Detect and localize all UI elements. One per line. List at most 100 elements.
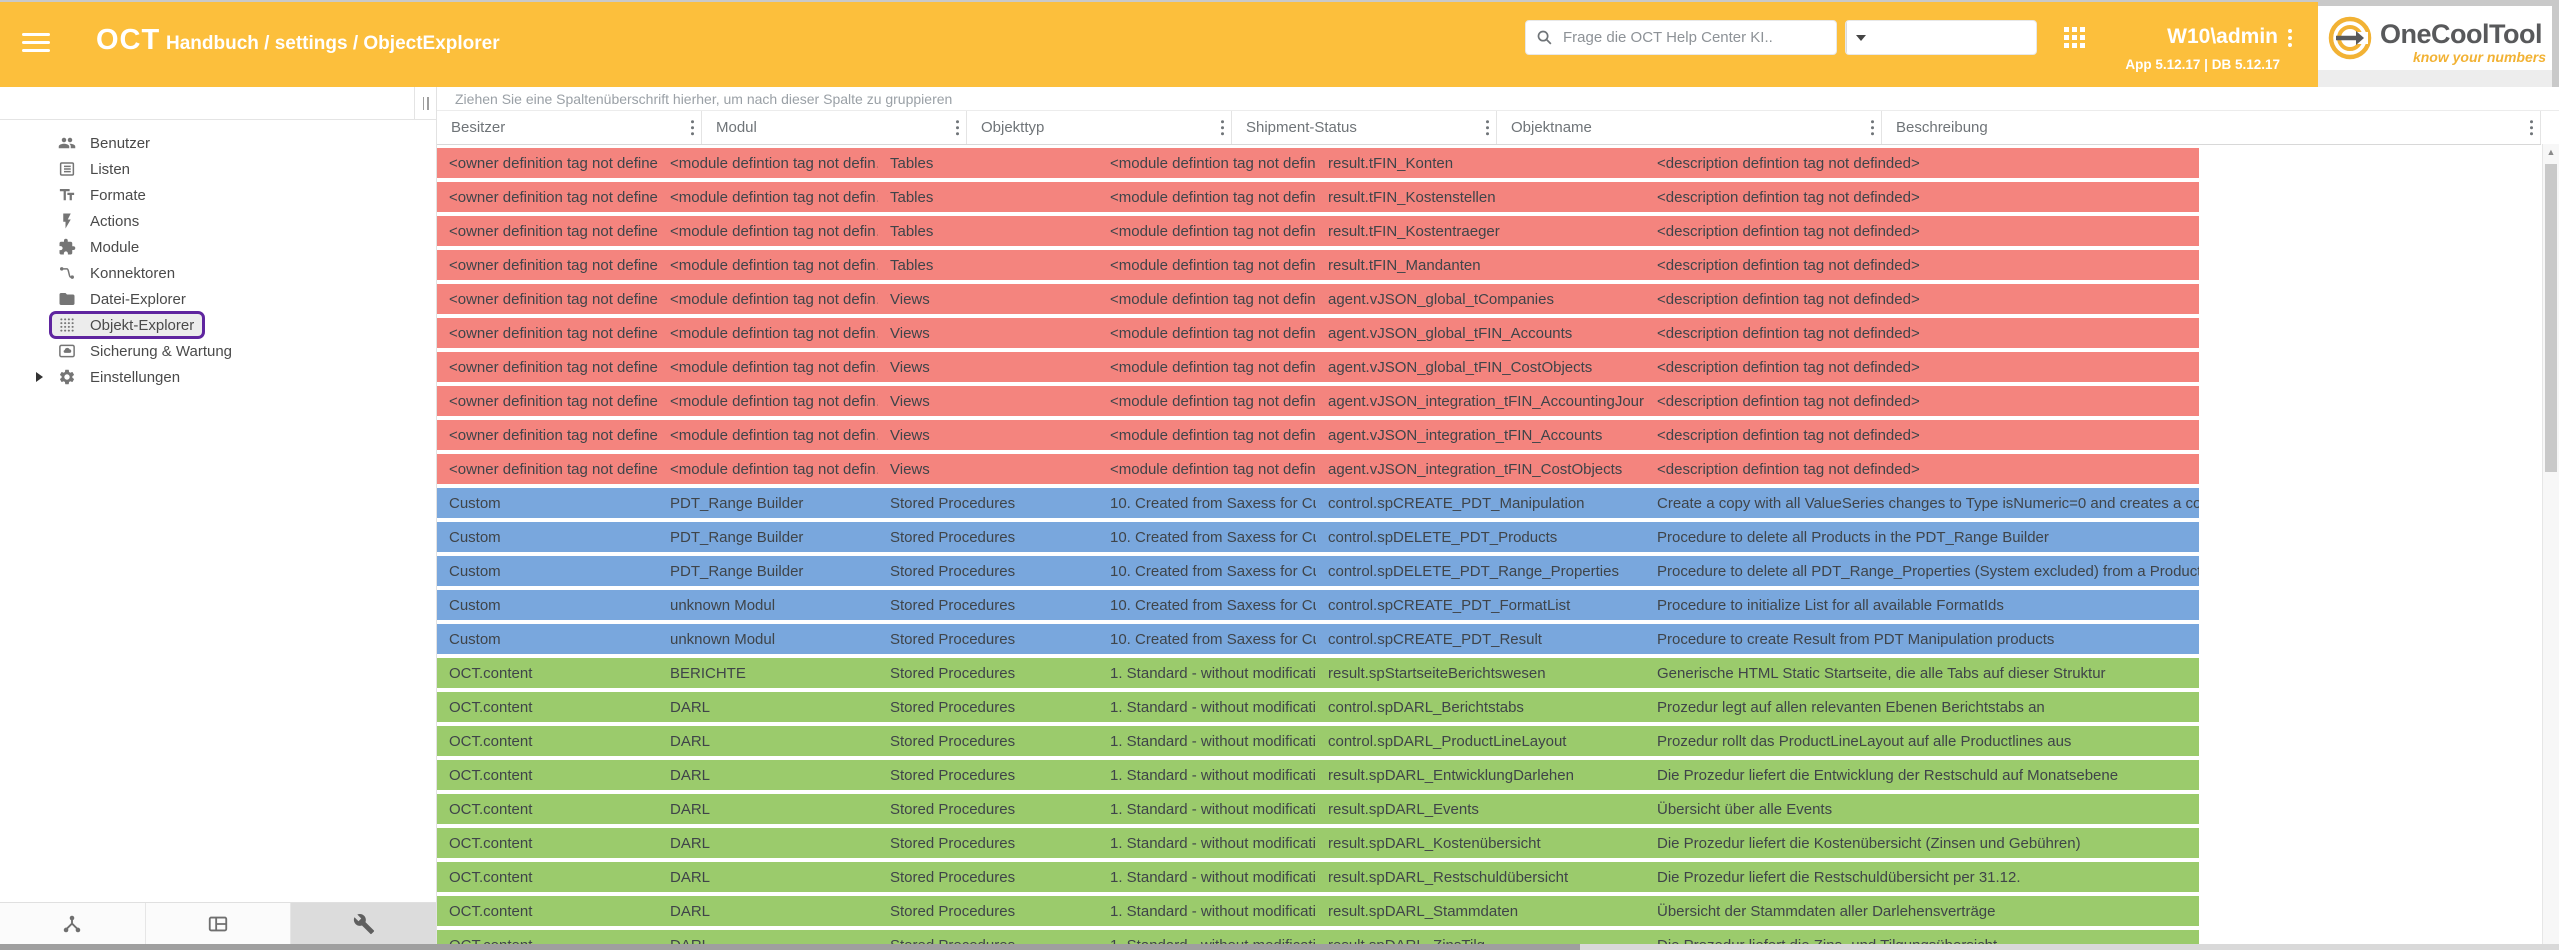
table-row[interactable]: OCT.contentDARLStored Procedures1. Stand…: [437, 896, 2199, 926]
group-by-panel[interactable]: Ziehen Sie eine Spaltenüberschrift hierh…: [437, 87, 2559, 111]
cell-objektname: agent.vJSON_global_tCompanies: [1316, 291, 1645, 308]
cell-besitzer: OCT.content: [437, 835, 658, 852]
apps-grid-icon[interactable]: [2064, 27, 2087, 50]
table-row[interactable]: <owner definition tag not define…<module…: [437, 216, 2199, 246]
wrench-icon: [353, 913, 375, 935]
cell-objektname: agent.vJSON_integration_tFIN_AccountingJ…: [1316, 393, 1645, 410]
table-row[interactable]: OCT.contentDARLStored Procedures1. Stand…: [437, 692, 2199, 722]
vertical-scrollbar-thumb[interactable]: [2545, 164, 2557, 472]
table-row[interactable]: <owner definition tag not define…<module…: [437, 250, 2199, 280]
cell-objektname: agent.vJSON_global_tFIN_CostObjects: [1316, 359, 1645, 376]
tab-panel[interactable]: [146, 903, 292, 944]
grid-header-row: BesitzerModul Objekttyp Shipment-StatusObj…: [437, 111, 2541, 145]
column-header-beschreibung[interactable]: Beschreibung: [1882, 111, 2541, 144]
column-header-objektname[interactable]: Objektname: [1497, 111, 1882, 144]
sidebar-item-konnektoren[interactable]: Konnektoren: [0, 260, 436, 286]
cell-shipment-status: 1. Standard - without modification: [1098, 903, 1316, 920]
column-menu-kebab-icon[interactable]: [691, 120, 695, 136]
table-row[interactable]: OCT.contentDARLStored Procedures1. Stand…: [437, 794, 2199, 824]
cell-beschreibung: Procedure to create Result from PDT Mani…: [1645, 631, 2199, 648]
table-row[interactable]: OCT.contentDARLStored Procedures1. Stand…: [437, 930, 2199, 944]
table-row[interactable]: CustomPDT_Range BuilderStored Procedures…: [437, 556, 2199, 586]
tab-hierarchy[interactable]: [0, 903, 146, 944]
column-header-shipment-status[interactable]: Shipment-Status: [1232, 111, 1497, 144]
column-menu-kebab-icon[interactable]: [2530, 120, 2534, 136]
cell-modul: PDT_Range Builder: [658, 495, 878, 512]
cell-besitzer: OCT.content: [437, 801, 658, 818]
column-menu-kebab-icon[interactable]: [1486, 120, 1490, 136]
sidebar-item-benutzer[interactable]: Benutzer: [0, 130, 436, 156]
cell-objektname: result.spStartseiteBerichtswesen: [1316, 665, 1645, 682]
cell-beschreibung: <description defintion tag not definded>: [1645, 393, 2199, 410]
sidebar-item-listen[interactable]: Listen: [0, 156, 436, 182]
column-header-objekttyp[interactable]: Objekttyp: [967, 111, 1232, 144]
expand-arrow-icon[interactable]: [36, 372, 43, 382]
cell-shipment-status: 1. Standard - without modification: [1098, 801, 1316, 818]
sidebar-item-label: Objekt-Explorer: [90, 317, 194, 334]
cell-modul: BERICHTE: [658, 665, 878, 682]
table-row[interactable]: <owner definition tag not define…<module…: [437, 318, 2199, 348]
cell-shipment-status: <module defintion tag not defin…: [1098, 325, 1316, 342]
column-menu-kebab-icon[interactable]: [1871, 120, 1875, 136]
column-header-label: Objekttyp: [981, 119, 1044, 136]
ki-search-dropdown-button[interactable]: [1846, 21, 1874, 54]
cell-shipment-status: 1. Standard - without modification: [1098, 937, 1316, 945]
cell-beschreibung: Übersicht der Stammdaten aller Darlehens…: [1645, 903, 2199, 920]
sidebar-item-einstellungen[interactable]: Einstellungen: [0, 364, 436, 390]
horizontal-scrollbar-thumb[interactable]: [0, 944, 1580, 950]
table-row[interactable]: OCT.contentDARLStored Procedures1. Stand…: [437, 760, 2199, 790]
table-row[interactable]: Customunknown ModulStored Procedures10. …: [437, 624, 2199, 654]
table-row[interactable]: <owner definition tag not define…<module…: [437, 284, 2199, 314]
logo-tagline: know your numbers: [2413, 49, 2546, 65]
column-header-modul[interactable]: Modul: [702, 111, 967, 144]
help-search-input[interactable]: [1561, 28, 1826, 47]
table-row[interactable]: <owner definition tag not define…<module…: [437, 386, 2199, 416]
table-row[interactable]: OCT.contentDARLStored Procedures1. Stand…: [437, 862, 2199, 892]
user-name[interactable]: W10\admin: [2090, 25, 2278, 49]
table-row[interactable]: <owner definition tag not define…<module…: [437, 148, 2199, 178]
cell-objekttyp: Views: [878, 393, 1098, 410]
table-row[interactable]: <owner definition tag not define…<module…: [437, 420, 2199, 450]
sidebar-item-datei-explorer[interactable]: Datei-Explorer: [0, 286, 436, 312]
horizontal-scrollbar[interactable]: [0, 944, 2559, 950]
column-header-besitzer[interactable]: Besitzer: [437, 111, 702, 144]
table-row[interactable]: <owner definition tag not define…<module…: [437, 454, 2199, 484]
top-bar: OCT Handbuch / settings / ObjectExplorer…: [0, 2, 2559, 87]
vertical-scrollbar[interactable]: ▲: [2542, 144, 2559, 944]
table-row[interactable]: CustomPDT_Range BuilderStored Procedures…: [437, 488, 2199, 518]
table-row[interactable]: <owner definition tag not define…<module…: [437, 352, 2199, 382]
sidebar-splitter-handle[interactable]: [414, 87, 436, 119]
table-row[interactable]: CustomPDT_Range BuilderStored Procedures…: [437, 522, 2199, 552]
table-row[interactable]: OCT.contentBERICHTEStored Procedures1. S…: [437, 658, 2199, 688]
cell-shipment-status: 10. Created from Saxess for Cu…: [1098, 631, 1316, 648]
grid-rows: <owner definition tag not define… <module…: [437, 144, 2542, 944]
table-row[interactable]: OCT.contentDARLStored Procedures1. Stand…: [437, 828, 2199, 858]
sidebar-item-label: Sicherung & Wartung: [90, 343, 232, 360]
sidebar-item-objekt-explorer[interactable]: Objekt-Explorer: [0, 312, 436, 338]
scroll-up-arrow-icon[interactable]: ▲: [2543, 144, 2559, 160]
cell-objekttyp: Tables: [878, 257, 1098, 274]
table-row[interactable]: OCT.contentDARLStored Procedures1. Stand…: [437, 726, 2199, 756]
sidebar-item-sicherung-wartung[interactable]: Sicherung & Wartung: [0, 338, 436, 364]
cell-modul: <module defintion tag not defin…: [658, 189, 878, 206]
cell-shipment-status: 1. Standard - without modification: [1098, 767, 1316, 784]
sidebar-item-module[interactable]: Module: [0, 234, 436, 260]
group-by-hint: Ziehen Sie eine Spaltenüberschrift hierh…: [455, 91, 952, 107]
column-menu-kebab-icon[interactable]: [1221, 120, 1225, 136]
grid-dots-icon: [58, 316, 76, 334]
sidebar-item-formate[interactable]: Formate: [0, 182, 436, 208]
column-menu-kebab-icon[interactable]: [956, 120, 960, 136]
cell-besitzer: <owner definition tag not define…: [437, 461, 658, 478]
cell-objektname: control.spDELETE_PDT_Range_Properties: [1316, 563, 1645, 580]
hamburger-menu-icon[interactable]: [22, 33, 50, 55]
cell-besitzer: OCT.content: [437, 665, 658, 682]
tab-tools[interactable]: [291, 903, 436, 944]
list-icon: [58, 160, 76, 178]
user-menu-kebab-icon[interactable]: [2288, 29, 2292, 47]
sidebar-item-actions[interactable]: Actions: [0, 208, 436, 234]
cell-besitzer: <owner definition tag not define…: [437, 427, 658, 444]
help-search-box[interactable]: [1525, 20, 1837, 55]
table-row[interactable]: <owner definition tag not define…<module…: [437, 182, 2199, 212]
table-row[interactable]: Customunknown ModulStored Procedures10. …: [437, 590, 2199, 620]
cell-besitzer: Custom: [437, 563, 658, 580]
